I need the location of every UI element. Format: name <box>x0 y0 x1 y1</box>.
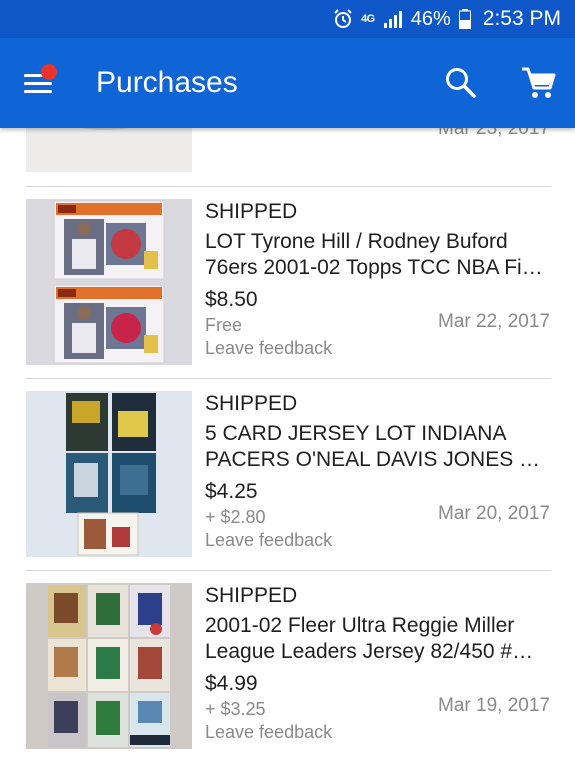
item-title[interactable]: 2001-02 Fleer Ultra Reggie Miller League… <box>205 613 555 665</box>
item-shipping: + $2.80 <box>205 507 266 527</box>
notification-dot <box>41 64 57 80</box>
item-thumbnail <box>26 391 192 557</box>
battery-percent: 46% <box>410 7 451 30</box>
battery-icon <box>458 9 471 29</box>
clock: 2:53 PM <box>482 7 561 30</box>
item-status: SHIPPED <box>205 392 298 415</box>
leave-feedback-link[interactable]: Leave feedback <box>205 530 332 551</box>
item-status: SHIPPED <box>205 200 298 223</box>
item-shipping: Free <box>205 315 243 335</box>
cart-button[interactable] <box>520 66 556 100</box>
item-shipping: + $3.25 <box>205 699 266 719</box>
item-status: SHIPPED <box>205 584 298 607</box>
item-thumbnail <box>26 199 192 365</box>
page-title: Purchases <box>96 66 238 99</box>
item-thumbnail <box>26 583 192 749</box>
app-bar: Purchases <box>0 38 575 128</box>
item-title-line: League Leaders Jersey 82/450 #… <box>205 640 534 663</box>
list-item-partial[interactable]: Mar 23, 2017 <box>0 128 575 186</box>
item-price: $4.99 <box>205 672 258 695</box>
purchase-list[interactable]: Mar 23, 2017 SHIPPED LOT Tyrone Hill / R… <box>0 128 575 758</box>
item-title[interactable]: LOT Tyrone Hill / Rodney Buford 76ers 20… <box>205 229 555 281</box>
menu-button[interactable] <box>22 64 57 98</box>
item-price: $8.50 <box>205 288 258 311</box>
leave-feedback-link[interactable]: Leave feedback <box>205 722 332 743</box>
item-date: Mar 23, 2017 <box>438 128 550 139</box>
item-thumbnail <box>26 128 192 172</box>
status-bar: 4G 46% 2:53 PM <box>0 0 575 38</box>
search-button[interactable] <box>444 66 478 100</box>
item-title-line: 5 CARD JERSEY LOT INDIANA <box>205 422 507 445</box>
lte-icon: 4G <box>361 13 375 25</box>
item-date: Mar 20, 2017 <box>438 503 550 524</box>
leave-feedback-link[interactable]: Leave feedback <box>205 338 332 359</box>
list-item[interactable]: SHIPPED LOT Tyrone Hill / Rodney Buford … <box>0 187 575 378</box>
list-item[interactable]: SHIPPED 5 CARD JERSEY LOT INDIANA PACERS… <box>0 379 575 570</box>
item-date: Mar 19, 2017 <box>438 695 550 716</box>
item-title-line: LOT Tyrone Hill / Rodney Buford <box>205 230 508 253</box>
item-price: $4.25 <box>205 480 258 503</box>
cart-icon <box>522 67 556 98</box>
item-title-line: PACERS O'NEAL DAVIS JONES H… <box>205 448 555 471</box>
alarm-icon <box>333 9 353 29</box>
item-date: Mar 22, 2017 <box>438 311 550 332</box>
item-title-line: 2001-02 Fleer Ultra Reggie Miller <box>205 614 515 637</box>
search-icon <box>446 68 476 98</box>
list-item[interactable]: SHIPPED 2001-02 Fleer Ultra Reggie Mille… <box>0 571 575 758</box>
signal-icon <box>383 10 403 28</box>
item-title[interactable]: 5 CARD JERSEY LOT INDIANA PACERS O'NEAL … <box>205 421 555 473</box>
item-title-line: 76ers 2001-02 Topps TCC NBA Fi… <box>205 256 543 279</box>
